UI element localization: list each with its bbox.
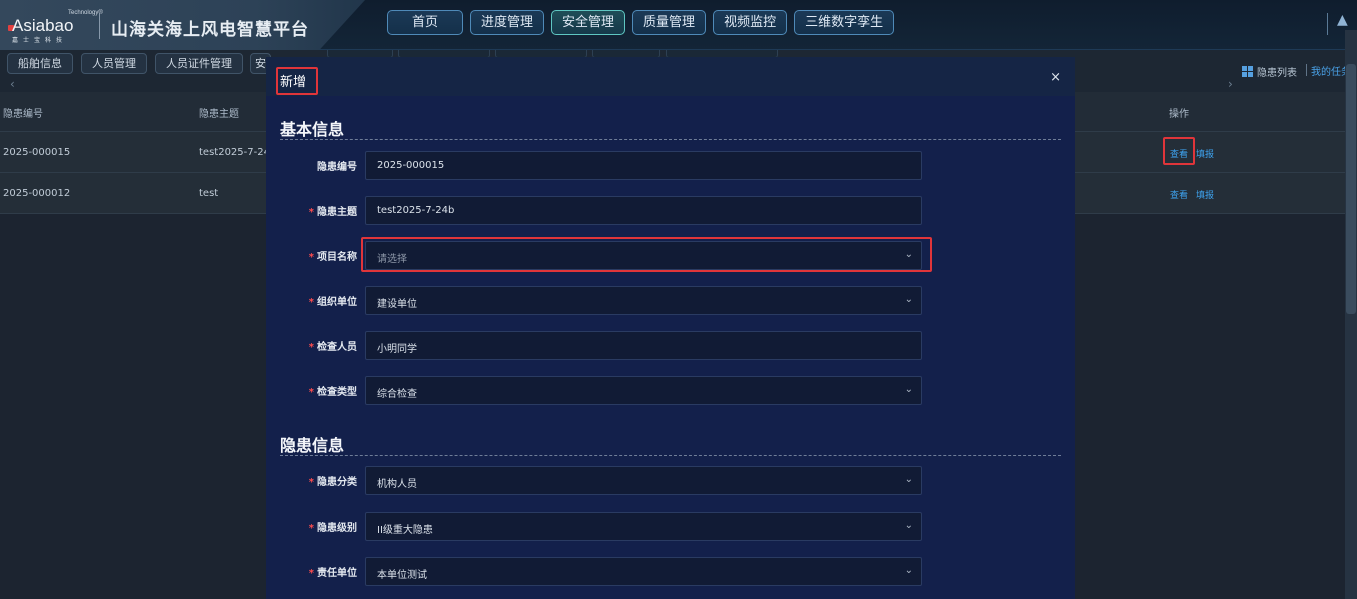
chevron-down-icon: ⌄ [904, 520, 913, 531]
required-mark: * [308, 568, 314, 579]
chevron-down-icon: ⌄ [904, 565, 913, 576]
label-inspector: * 检查人员 [308, 342, 357, 353]
unit-select[interactable]: 本单位测试 ⌄ [365, 557, 922, 586]
org-select[interactable]: 建设单位 ⌄ [365, 286, 922, 315]
level-select[interactable]: II级重大隐患 ⌄ [365, 512, 922, 541]
main-nav: 首页 进度管理 安全管理 质量管理 视频监控 三维数字孪生 [387, 10, 895, 35]
inspector-input[interactable]: 小明同学 [365, 331, 922, 360]
check-type-value: 综合检查 [377, 389, 417, 400]
column-header-code: 隐患编号 [3, 109, 43, 120]
dialog-header: 新增 × [266, 57, 1075, 96]
tab-ship-info[interactable]: 船舶信息 [7, 53, 73, 74]
level-value: II级重大隐患 [377, 525, 433, 536]
logo-name: Asiabao [12, 16, 74, 35]
hazard-list-link[interactable]: 隐患列表 [1242, 64, 1297, 79]
nav-safety[interactable]: 安全管理 [551, 10, 626, 35]
cell-code: 2025-000012 [3, 188, 71, 199]
form-row-org: * 组织单位 建设单位 ⌄ [266, 286, 1075, 315]
dialog-title: 新增 [280, 75, 307, 90]
required-mark: * [308, 342, 314, 353]
cell-subject: test [199, 188, 219, 199]
view-link[interactable]: 查看 [1170, 147, 1188, 160]
required-mark: * [308, 477, 314, 488]
brand-panel: Technology® Asiabao 嘉士宝科技 山海关海上风电智慧平台 [0, 0, 365, 52]
user-icon[interactable]: ▲ [1337, 12, 1348, 28]
platform-title: 山海关海上风电智慧平台 [111, 20, 309, 40]
report-link[interactable]: 填报 [1196, 188, 1214, 201]
chevron-down-icon: ⌄ [904, 294, 913, 305]
nav-quality[interactable]: 质量管理 [632, 10, 707, 35]
grid-icon [1242, 66, 1253, 77]
nav-video[interactable]: 视频监控 [713, 10, 788, 35]
nav-progress[interactable]: 进度管理 [470, 10, 545, 35]
subject-input[interactable]: test2025-7-24b [365, 196, 922, 225]
required-mark: * [308, 297, 314, 308]
project-select[interactable]: 请选择 ⌄ [365, 241, 922, 270]
form-row-inspector: * 检查人员 小明同学 [266, 331, 1075, 360]
required-mark: * [308, 252, 314, 263]
section-divider [280, 455, 1061, 456]
org-value: 建设单位 [377, 299, 417, 310]
form-row-unit: * 责任单位 本单位测试 ⌄ [266, 557, 1075, 586]
cell-code: 2025-000015 [3, 147, 71, 158]
header-divider [1327, 13, 1328, 35]
chevron-down-icon: ⌄ [904, 384, 913, 395]
tab-certificates[interactable]: 人员证件管理 [155, 53, 243, 74]
brand-divider [99, 13, 100, 39]
form-row-category: * 隐患分类 机构人员 ⌄ [266, 466, 1075, 495]
label-category: * 隐患分类 [308, 477, 357, 488]
scrollbar-thumb[interactable] [1346, 64, 1356, 314]
label-check-type: * 检查类型 [308, 387, 357, 398]
required-mark: * [308, 207, 314, 218]
label-unit: * 责任单位 [308, 568, 357, 579]
form-row-project: * 项目名称 请选择 ⌄ [266, 241, 1075, 270]
form-row-level: * 隐患级别 II级重大隐患 ⌄ [266, 512, 1075, 541]
add-hazard-dialog: 新增 × 基本信息 隐患编号 2025-000015 * 隐患主题 test202… [266, 57, 1075, 599]
view-link[interactable]: 查看 [1170, 188, 1188, 201]
label-subject: * 隐患主题 [308, 207, 357, 218]
logo-subtitle: 嘉士宝科技 [12, 37, 68, 44]
section-divider [280, 139, 1061, 140]
cell-subject: test2025-7-24b [199, 147, 277, 158]
category-select[interactable]: 机构人员 ⌄ [365, 466, 922, 495]
label-org: * 组织单位 [308, 297, 357, 308]
label-project: * 项目名称 [308, 252, 357, 263]
inspector-value: 小明同学 [377, 344, 417, 355]
section-hazard-info: 隐患信息 [280, 436, 345, 455]
company-logo[interactable]: Technology® Asiabao 嘉士宝科技 [8, 9, 103, 44]
category-value: 机构人员 [377, 479, 417, 490]
column-header-ops: 操作 [1169, 109, 1189, 120]
link-divider [1306, 64, 1307, 76]
nav-home[interactable]: 首页 [387, 10, 464, 35]
nav-digital-twin[interactable]: 三维数字孪生 [794, 10, 895, 35]
page-scrollbar[interactable] [1345, 30, 1357, 599]
code-value: 2025-000015 [377, 160, 445, 171]
app-header: Technology® Asiabao 嘉士宝科技 山海关海上风电智慧平台 首页… [0, 0, 1357, 52]
required-mark: * [308, 523, 314, 534]
form-row-subject: * 隐患主题 test2025-7-24b [266, 196, 1075, 225]
chevron-down-icon: ⌄ [904, 249, 913, 260]
report-link[interactable]: 填报 [1196, 147, 1214, 160]
hazard-list-label: 隐患列表 [1257, 68, 1297, 79]
section-basic-info: 基本信息 [280, 120, 345, 139]
required-mark: * [308, 387, 314, 398]
chevron-left-icon[interactable]: ‹ [10, 77, 15, 91]
subject-value: test2025-7-24b [377, 205, 455, 216]
check-type-select[interactable]: 综合检查 ⌄ [365, 376, 922, 405]
column-header-subject: 隐患主题 [199, 109, 239, 120]
code-input[interactable]: 2025-000015 [365, 151, 922, 180]
label-code: 隐患编号 [317, 162, 357, 173]
project-placeholder: 请选择 [377, 254, 407, 265]
tab-personnel[interactable]: 人员管理 [81, 53, 147, 74]
form-row-check-type: * 检查类型 综合检查 ⌄ [266, 376, 1075, 405]
chevron-down-icon: ⌄ [904, 474, 913, 485]
chevron-right-icon[interactable]: › [1228, 77, 1233, 91]
form-row-code: 隐患编号 2025-000015 [266, 151, 1075, 180]
close-icon[interactable]: × [1050, 70, 1061, 85]
label-level: * 隐患级别 [308, 523, 357, 534]
unit-value: 本单位测试 [377, 570, 427, 581]
